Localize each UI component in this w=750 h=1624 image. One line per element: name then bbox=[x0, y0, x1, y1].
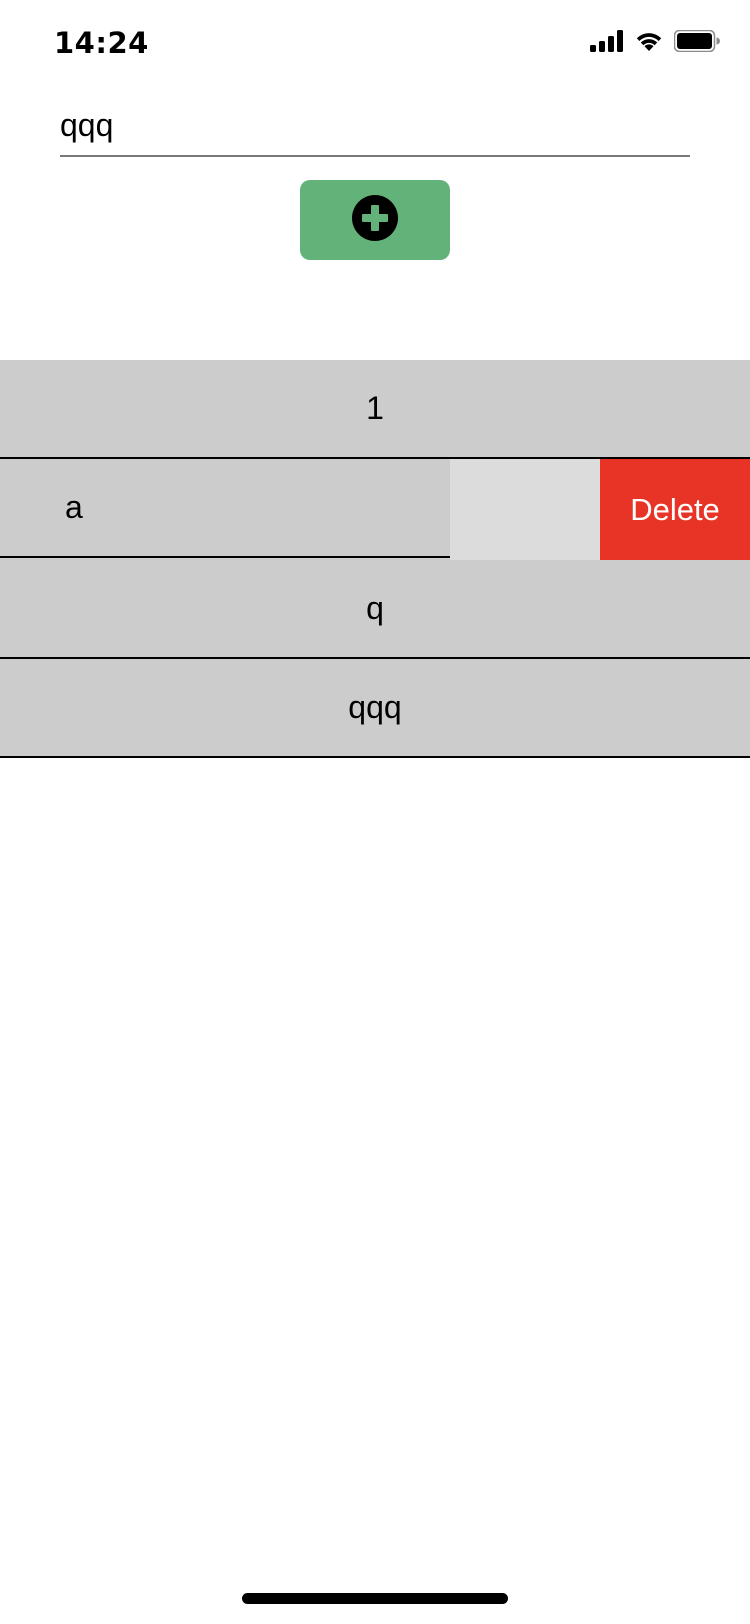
delete-button[interactable]: Delete bbox=[600, 459, 750, 560]
wifi-icon bbox=[634, 30, 664, 57]
cellular-signal-icon bbox=[590, 30, 624, 57]
items-list: 1 a Delete q qqq bbox=[0, 360, 750, 758]
list-item-content[interactable]: a bbox=[0, 459, 450, 558]
list-item[interactable]: 1 bbox=[0, 360, 750, 459]
list-item-label: qqq bbox=[348, 689, 402, 725]
list-item[interactable]: q bbox=[0, 560, 750, 659]
home-indicator[interactable] bbox=[242, 1593, 508, 1604]
delete-button-label: Delete bbox=[630, 491, 720, 527]
status-bar: 14:24 bbox=[0, 0, 750, 90]
battery-icon bbox=[673, 29, 720, 57]
list-item-label: 1 bbox=[366, 390, 384, 426]
list-item-label: a bbox=[65, 489, 83, 525]
status-time: 14:24 bbox=[54, 26, 149, 60]
item-text-input[interactable] bbox=[60, 95, 690, 157]
plus-circle-icon bbox=[351, 194, 399, 247]
swipe-action-spacer bbox=[450, 459, 600, 560]
status-icons bbox=[590, 29, 720, 57]
list-item-swiped[interactable]: a Delete bbox=[0, 459, 750, 560]
list-item[interactable]: qqq bbox=[0, 659, 750, 758]
list-item-label: q bbox=[366, 590, 384, 626]
add-item-button[interactable] bbox=[300, 180, 450, 260]
